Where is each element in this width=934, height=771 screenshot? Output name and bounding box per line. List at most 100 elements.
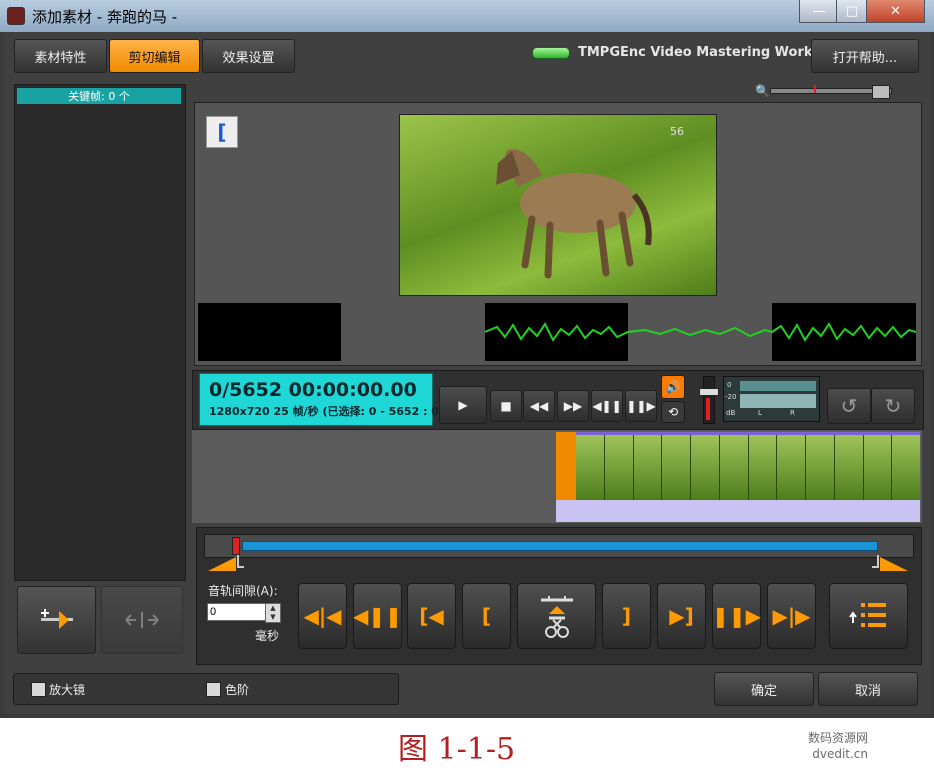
audio-gap-label: 音轨间隙(A): (208, 584, 278, 598)
add-to-list-icon (848, 603, 886, 627)
go-to-out-point-button[interactable]: ▶] (657, 583, 706, 649)
go-to-start-button[interactable]: ◀|◀ (298, 583, 347, 649)
add-to-list-button[interactable] (829, 583, 908, 649)
prev-keyframe-icon: ◀❚❚ (353, 604, 402, 628)
window-title: 添加素材 - 奔跑的马 - (32, 8, 178, 26)
watermark: 数码资源网 dvedit.cn (808, 730, 868, 762)
close-button[interactable]: ✕ (866, 0, 925, 23)
end-handle-icon[interactable] (868, 553, 908, 571)
zoom-marker (814, 85, 816, 93)
add-keyframe-icon (40, 609, 73, 629)
meter-label-l: L (758, 409, 762, 417)
go-to-out-point-icon: ▶] (669, 604, 694, 628)
maximize-button[interactable]: □ (836, 0, 868, 23)
meter-bar-bottom (740, 394, 816, 408)
ok-button[interactable]: 确定 (714, 672, 814, 706)
levels-checkbox[interactable] (206, 682, 221, 697)
go-to-start-icon: ◀|◀ (303, 604, 342, 628)
play-button[interactable]: ▶ (439, 386, 487, 424)
play-icon: ▶ (458, 398, 468, 412)
set-in-point-button[interactable]: [ (462, 583, 511, 649)
watermark-line2: dvedit.cn (812, 747, 869, 761)
clip-black-left (198, 303, 341, 361)
magnifier-checkbox[interactable] (31, 682, 46, 697)
thumbnail (892, 435, 920, 503)
loop-icon: ⟲ (667, 405, 679, 419)
thumbnail (604, 435, 634, 503)
thumbnail (834, 435, 864, 503)
audio-gap-input[interactable] (207, 603, 267, 621)
zoom-icon: 🔍 (755, 84, 770, 98)
meter-label-0: 0 (727, 381, 732, 389)
redo-icon: ↻ (884, 394, 902, 418)
cancel-button[interactable]: 取消 (818, 672, 918, 706)
volume-level (706, 398, 710, 420)
next-keyframe-button[interactable]: ❚❚▶ (712, 583, 761, 649)
rewind-button[interactable]: ◀◀ (523, 390, 555, 422)
rewind-icon: ◀◀ (529, 399, 549, 413)
audio-waveform (485, 322, 916, 342)
clip-info: 1280x720 25 帧/秒 (已选择: 0 - 5652 : 0 (209, 405, 439, 418)
thumbnail-strip (576, 432, 920, 503)
keyframe-header: 关键帧: 0 个 (17, 88, 181, 104)
loop-button[interactable]: ⟲ (661, 401, 685, 423)
horse-image: 56 (496, 125, 684, 279)
fast-forward-button[interactable]: ▶▶ (557, 390, 589, 422)
fast-forward-icon: ▶▶ (563, 399, 583, 413)
go-to-in-point-icon: [◀ (419, 604, 444, 628)
thumbnail (777, 435, 806, 503)
prev-keyframe-button[interactable]: ◀❚❚ (353, 583, 402, 649)
next-frame-button[interactable]: ❚❚▶ (625, 390, 657, 422)
frame-timecode: 0/5652 00:00:00.00 (209, 379, 417, 401)
meter-bar-top (740, 381, 816, 391)
go-to-end-button[interactable]: ▶|▶ (767, 583, 816, 649)
go-to-end-icon: ▶|▶ (772, 604, 811, 628)
in-point-indicator: [ (206, 116, 238, 148)
set-out-point-button[interactable]: ] (602, 583, 651, 649)
thumbnail (748, 435, 778, 503)
minimize-button[interactable]: — (799, 0, 839, 23)
watermark-line1: 数码资源网 (808, 731, 869, 745)
magnifier-label: 放大镜 (49, 683, 86, 697)
thumbnail (806, 435, 835, 503)
meter-label-db: dB (726, 409, 736, 417)
audio-gap-unit: 毫秒 (255, 629, 280, 643)
redo-button[interactable]: ↻ (871, 388, 915, 424)
start-handle-icon[interactable] (208, 553, 248, 571)
tab-cut-edit[interactable]: 剪切编辑 (109, 39, 200, 73)
app-icon (7, 7, 25, 25)
range-track (242, 541, 878, 551)
video-frame: 56 (399, 114, 717, 296)
move-keyframe-icon (125, 612, 159, 628)
tab-clip-properties[interactable]: 素材特性 (14, 39, 107, 73)
tab-effects[interactable]: 效果设置 (202, 39, 295, 73)
stop-icon: ■ (500, 399, 512, 413)
stop-button[interactable]: ■ (490, 390, 522, 422)
go-to-in-point-button[interactable]: [◀ (407, 583, 456, 649)
thumbnail (719, 435, 749, 503)
thumbnail (691, 435, 720, 503)
meter-label-r: R (790, 409, 795, 417)
cut-button[interactable] (517, 583, 596, 649)
scissors-cut-icon (540, 596, 573, 638)
keyframe-list[interactable] (17, 106, 181, 576)
brand-name: TMPGEnc Video Mastering Works 5 (578, 45, 834, 60)
move-keyframe-button[interactable] (101, 586, 183, 654)
zoom-slider-thumb[interactable] (872, 85, 890, 99)
thumbnail (576, 435, 605, 503)
audio-toggle-button[interactable]: 🔊 (661, 375, 685, 399)
status-led-icon (532, 46, 570, 59)
figure-caption: 图 1-1-5 (398, 732, 516, 767)
thumbnail (662, 435, 691, 503)
prev-frame-icon: ◀❚❚ (592, 399, 622, 413)
add-keyframe-button[interactable] (17, 586, 96, 654)
volume-thumb[interactable] (699, 388, 719, 396)
undo-button[interactable]: ↺ (827, 388, 871, 424)
next-frame-icon: ❚❚▶ (626, 399, 656, 413)
open-help-button[interactable]: 打开帮助... (811, 39, 919, 73)
prev-frame-button[interactable]: ◀❚❚ (591, 390, 623, 422)
audio-gap-spinner[interactable]: ▲ ▼ (265, 603, 281, 623)
audio-level-meter: 0 -20 dB L R (723, 376, 820, 422)
thumbnail (633, 435, 663, 503)
levels-label: 色阶 (225, 683, 250, 697)
